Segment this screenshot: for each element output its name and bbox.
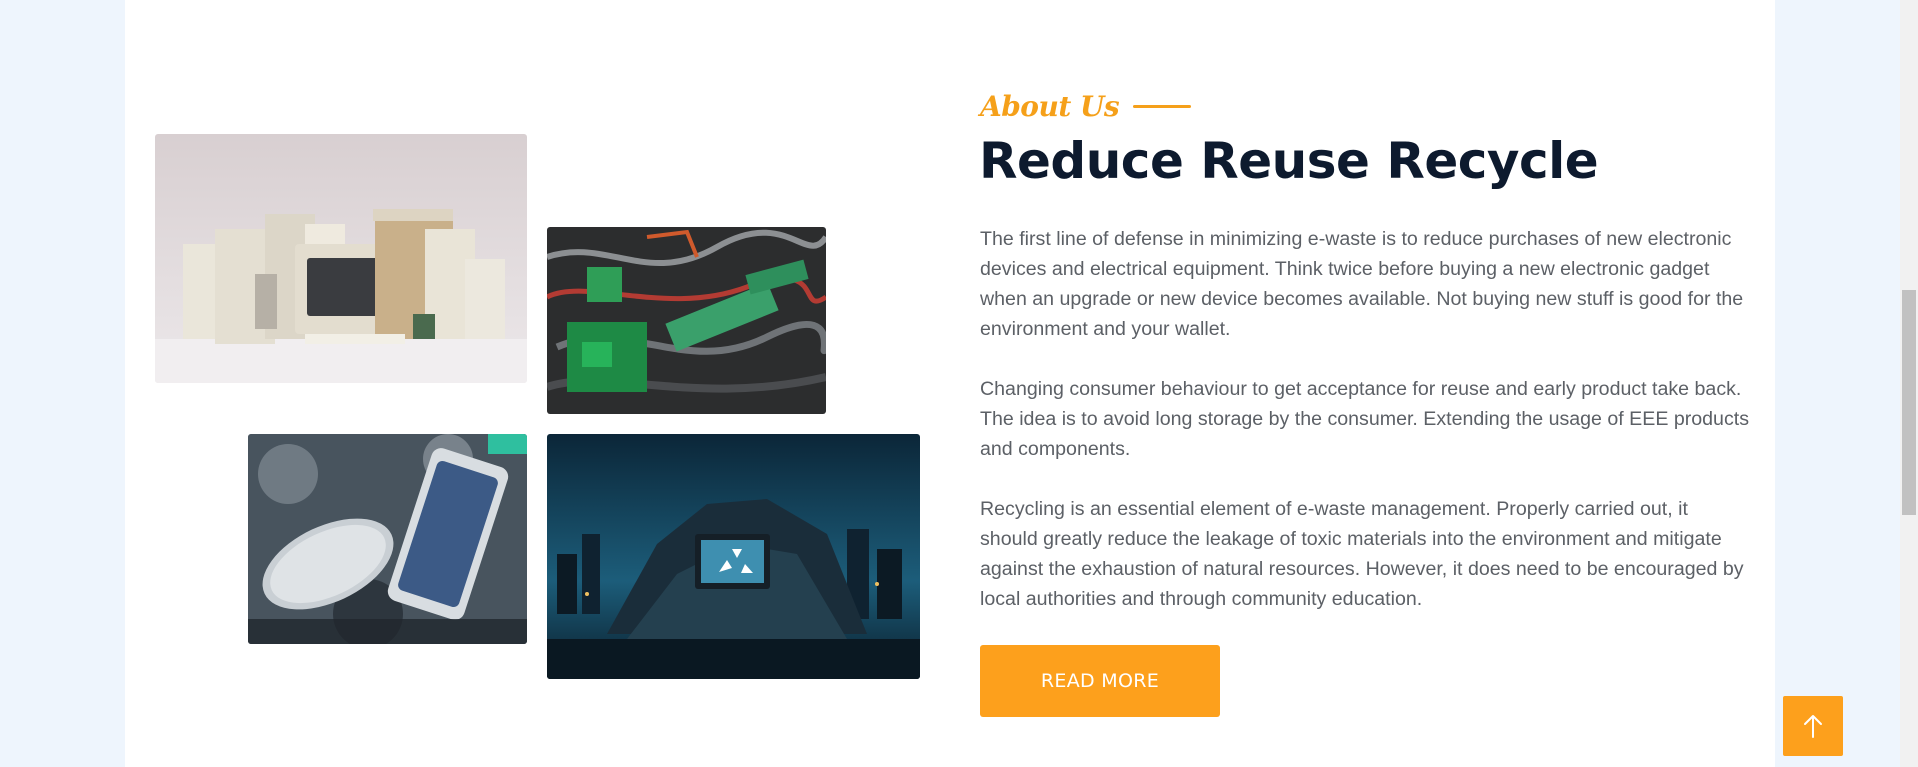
- eyebrow-divider: [1133, 105, 1192, 108]
- old-computers-image: [155, 134, 527, 383]
- arrow-up-icon: [1804, 715, 1822, 738]
- circuit-boards-image: [547, 227, 826, 414]
- broken-phones-image: [248, 434, 527, 644]
- about-eyebrow: About Us: [980, 90, 1192, 123]
- about-eyebrow-text: About Us: [980, 90, 1120, 123]
- section-headline: Reduce Reuse Recycle: [979, 132, 1599, 190]
- scroll-to-top-button[interactable]: [1783, 696, 1843, 756]
- ewaste-pile-image: [547, 434, 920, 679]
- scrollbar-thumb[interactable]: [1902, 290, 1916, 515]
- reduce-paragraph: The first line of defense in minimizing …: [980, 228, 1744, 340]
- recycle-paragraph: Recycling is an essential element of e-w…: [980, 498, 1744, 610]
- reuse-paragraph: Changing consumer behaviour to get accep…: [980, 378, 1749, 460]
- read-more-button[interactable]: READ MORE: [980, 645, 1220, 717]
